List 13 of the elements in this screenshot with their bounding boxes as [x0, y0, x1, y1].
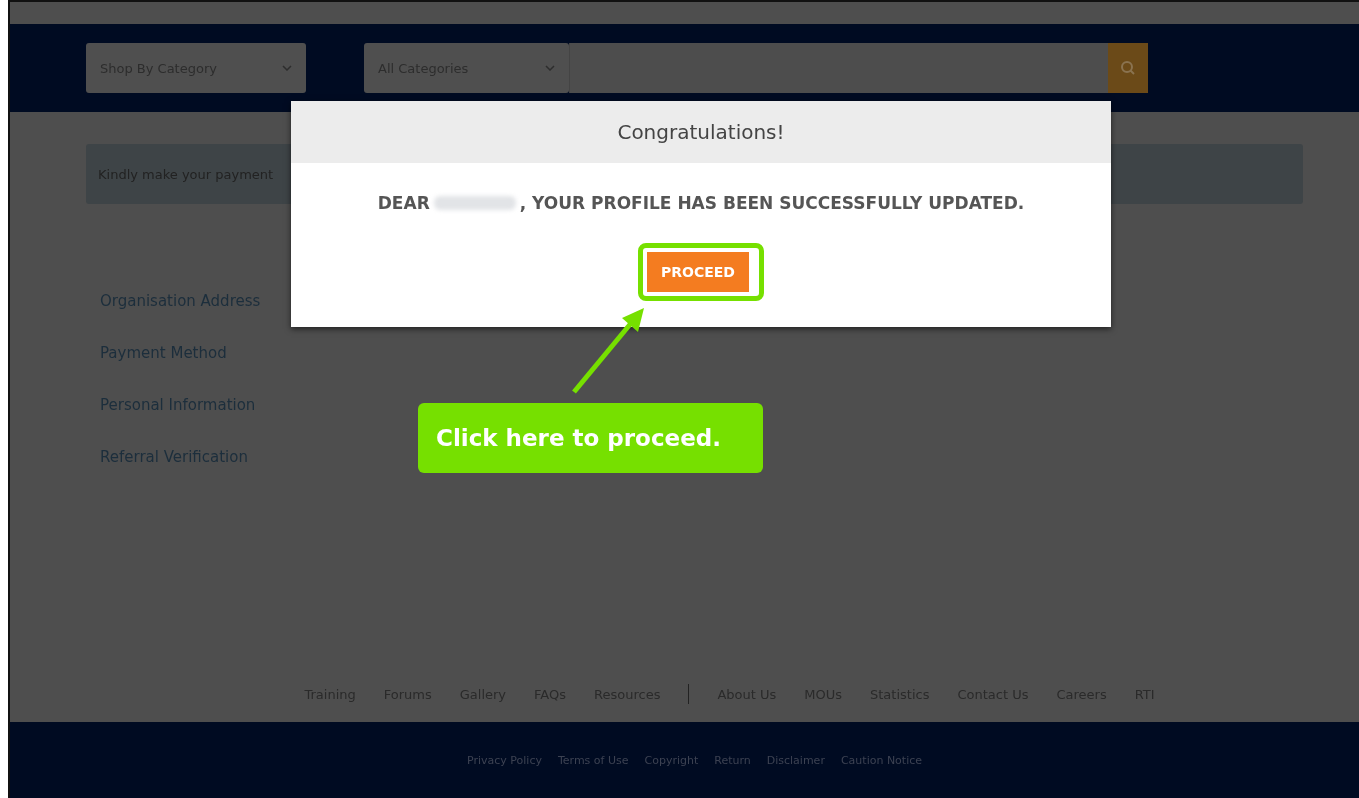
chevron-icon: [282, 65, 292, 71]
footer-link[interactable]: Copyright: [644, 753, 699, 767]
search-field[interactable]: [569, 43, 1108, 93]
chevron-icon: [545, 65, 555, 71]
footer-link[interactable]: Return: [714, 753, 751, 767]
footer-link[interactable]: Disclaimer: [766, 753, 825, 767]
footer-link[interactable]: Caution Notice: [840, 753, 923, 767]
search-icon: [1120, 60, 1136, 76]
callout-text: Click here to proceed.: [418, 403, 763, 473]
search-button[interactable]: [1108, 43, 1148, 93]
footer-link[interactable]: Privacy Policy: [466, 753, 542, 767]
proceed-button[interactable]: PROCEED: [647, 252, 749, 292]
dialog-title: Congratulations!: [617, 120, 785, 144]
